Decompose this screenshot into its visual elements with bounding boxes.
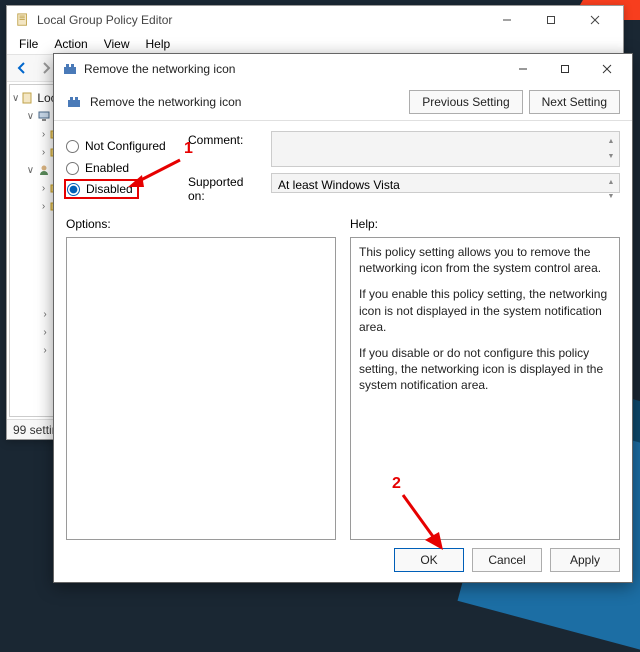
policy-icon [62,61,78,77]
help-paragraph: If you enable this policy setting, the n… [359,286,611,335]
menubar: File Action View Help [7,34,623,54]
nav-back-button[interactable] [11,57,33,79]
dialog-titlebar: Remove the networking icon [54,54,632,84]
options-label: Options: [66,217,336,231]
main-close-button[interactable] [573,6,617,34]
help-label: Help: [350,217,620,231]
collapse-icon[interactable]: ∨ [26,165,35,176]
app-icon [15,12,31,28]
dialog-maximize-button[interactable] [544,55,586,83]
radio-not-configured[interactable]: Not Configured [66,135,176,157]
state-radios: Not Configured Enabled Disabled [66,131,176,203]
expand-icon[interactable]: › [40,309,50,320]
expand-icon[interactable]: › [40,183,47,194]
menu-help[interactable]: Help [138,35,179,53]
spin-up-icon[interactable]: ▲ [605,176,617,190]
dialog-title: Remove the networking icon [84,62,502,76]
radio-enabled[interactable]: Enabled [66,157,176,179]
highlight-disabled: Disabled [64,179,139,199]
supported-label: Supported on: [188,173,263,203]
main-maximize-button[interactable] [529,6,573,34]
radio-input-enabled[interactable] [66,162,79,175]
dialog-heading: Remove the networking icon [90,95,401,109]
dialog-close-button[interactable] [586,55,628,83]
help-box[interactable]: This policy setting allows you to remove… [350,237,620,540]
help-paragraph: If you disable or do not configure this … [359,345,611,394]
options-box[interactable] [66,237,336,540]
radio-disabled[interactable]: Disabled [67,178,133,200]
expand-icon[interactable]: › [40,327,50,338]
spin-down-icon[interactable]: ▼ [605,149,617,164]
ok-button[interactable]: OK [394,548,464,572]
spin-down-icon[interactable]: ▼ [605,190,617,204]
user-icon [38,163,50,177]
policy-icon [22,91,34,105]
comment-label: Comment: [188,131,263,147]
collapse-icon[interactable]: ∨ [26,111,35,122]
main-titlebar: Local Group Policy Editor [7,6,623,34]
policy-dialog: Remove the networking icon Remove the ne… [53,53,633,583]
dialog-buttons: OK Cancel Apply [54,540,632,582]
radio-input-disabled[interactable] [67,183,80,196]
previous-setting-button[interactable]: Previous Setting [409,90,522,114]
collapse-icon[interactable]: ∨ [12,93,19,104]
main-minimize-button[interactable] [485,6,529,34]
apply-button[interactable]: Apply [550,548,620,572]
dialog-minimize-button[interactable] [502,55,544,83]
computer-icon [38,109,50,123]
comment-field[interactable]: ▲▼ [271,131,620,167]
supported-field: At least Windows Vista ▲▼ [271,173,620,193]
spin-up-icon[interactable]: ▲ [605,134,617,149]
menu-view[interactable]: View [96,35,138,53]
expand-icon[interactable]: › [40,147,47,158]
dialog-header: Remove the networking icon Previous Sett… [54,84,632,121]
menu-file[interactable]: File [11,35,46,53]
expand-icon[interactable]: › [40,129,47,140]
menu-action[interactable]: Action [46,35,95,53]
radio-input-not-configured[interactable] [66,140,79,153]
supported-value: At least Windows Vista [278,178,400,192]
next-setting-button[interactable]: Next Setting [529,90,620,114]
expand-icon[interactable]: › [40,345,50,356]
cancel-button[interactable]: Cancel [472,548,542,572]
policy-icon [66,94,82,110]
main-title: Local Group Policy Editor [37,13,485,27]
help-paragraph: This policy setting allows you to remove… [359,244,611,276]
expand-icon[interactable]: › [40,201,47,212]
